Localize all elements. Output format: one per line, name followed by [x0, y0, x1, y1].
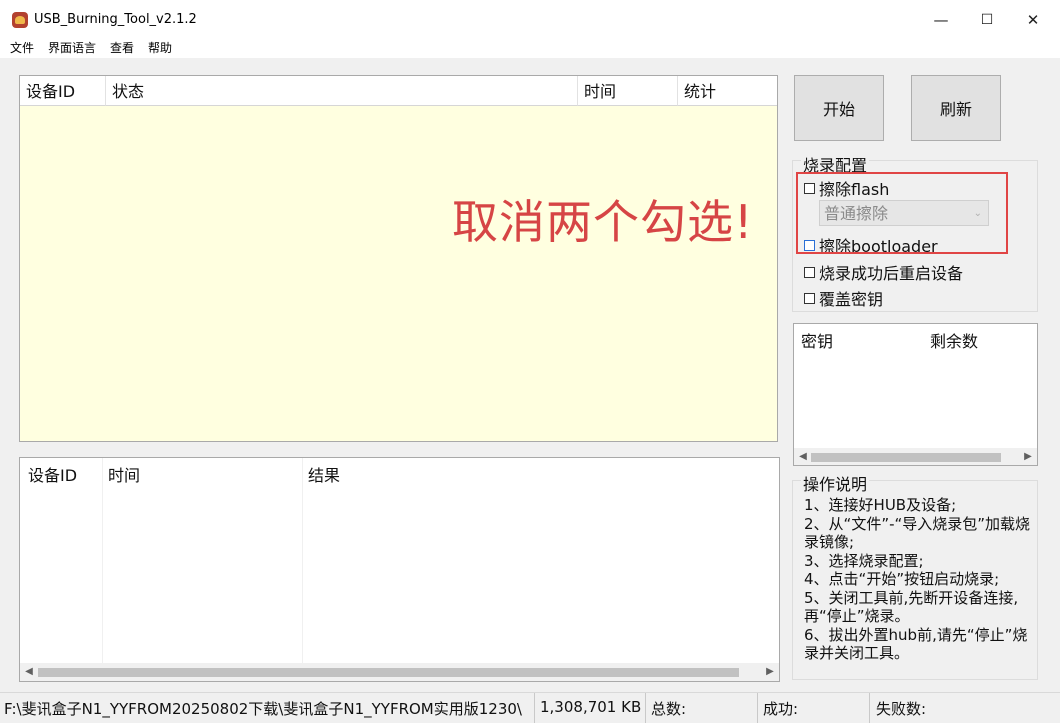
annotation-text: 取消两个勾选! [452, 195, 754, 249]
col-device-id[interactable]: 设备ID [20, 76, 106, 106]
status-divider [869, 693, 870, 723]
device-list[interactable]: 设备ID 状态 时间 统计 [19, 75, 778, 442]
help-title: 操作说明 [801, 471, 870, 495]
overwrite-key-checkbox[interactable]: 覆盖密钥 [804, 286, 883, 310]
status-success: 成功: [763, 700, 799, 718]
checkbox-icon[interactable] [804, 292, 815, 304]
scroll-left-icon[interactable]: ◀ [20, 663, 38, 681]
key-list[interactable]: 密钥 剩余数 ◀ ▶ [793, 323, 1038, 466]
menu-view[interactable]: 查看 [110, 39, 134, 56]
column-divider [302, 458, 303, 663]
key-col-remaining[interactable]: 剩余数 [930, 328, 978, 352]
status-size: 1,308,701 KB [540, 698, 642, 716]
status-fail: 失败数: [876, 700, 927, 718]
menu-help[interactable]: 帮助 [148, 39, 172, 56]
key-hscrollbar[interactable]: ◀ ▶ [794, 448, 1037, 465]
status-path: F:\斐讯盒子N1_YYFROM20250802下载\斐讯盒子N1_YYFROM… [4, 700, 522, 718]
menu-language[interactable]: 界面语言 [48, 39, 96, 56]
overwrite-key-label: 覆盖密钥 [819, 290, 884, 309]
status-divider [645, 693, 646, 723]
scroll-right-icon[interactable]: ▶ [761, 663, 779, 681]
col-stats[interactable]: 统计 [678, 76, 777, 106]
help-text: 1、连接好HUB及设备; 2、从“文件”-“导入烧录包”加载烧录镜像; 3、选择… [804, 496, 1036, 663]
scroll-right-icon[interactable]: ▶ [1019, 448, 1037, 465]
window-title: USB_Burning_Tool_v2.1.2 [34, 12, 197, 27]
key-col-key[interactable]: 密钥 [801, 328, 833, 352]
start-button[interactable]: 开始 [794, 75, 884, 141]
menu-file[interactable]: 文件 [10, 39, 34, 56]
result-col-time[interactable]: 时间 [108, 462, 140, 486]
col-time[interactable]: 时间 [578, 76, 678, 106]
close-button[interactable]: ✕ [1010, 0, 1056, 40]
refresh-button[interactable]: 刷新 [911, 75, 1001, 141]
help-line: 4、点击“开始”按钮启动烧录; [804, 570, 1000, 588]
help-line: 5、关闭工具前,先断开设备连接,再“停止”烧录。 [804, 588, 1019, 626]
result-col-result[interactable]: 结果 [308, 462, 340, 486]
scroll-left-icon[interactable]: ◀ [794, 448, 812, 465]
app-icon [12, 12, 28, 28]
reboot-after-success-checkbox[interactable]: 烧录成功后重启设备 [804, 260, 963, 284]
status-divider [757, 693, 758, 723]
scroll-thumb[interactable] [811, 453, 1001, 462]
result-hscrollbar[interactable]: ◀ ▶ [20, 663, 779, 681]
help-line: 1、连接好HUB及设备; [804, 496, 957, 514]
status-total: 总数: [651, 700, 687, 718]
help-line: 6、拔出外置hub前,请先“停止”烧录并关闭工具。 [804, 625, 1028, 663]
reboot-after-success-label: 烧录成功后重启设备 [819, 264, 964, 283]
column-divider [102, 458, 103, 663]
highlight-box [796, 172, 1008, 254]
help-line: 2、从“文件”-“导入烧录包”加载烧录镜像; [804, 514, 1031, 552]
col-status[interactable]: 状态 [106, 76, 578, 106]
help-line: 3、选择烧录配置; [804, 551, 924, 570]
maximize-button[interactable]: ☐ [964, 0, 1010, 40]
scroll-thumb[interactable] [38, 668, 739, 677]
status-divider [534, 693, 535, 723]
result-col-device-id[interactable]: 设备ID [28, 462, 77, 486]
checkbox-icon[interactable] [804, 266, 815, 278]
minimize-button[interactable]: — [918, 0, 964, 40]
result-list[interactable]: 设备ID 时间 结果 ◀ ▶ [19, 457, 780, 682]
